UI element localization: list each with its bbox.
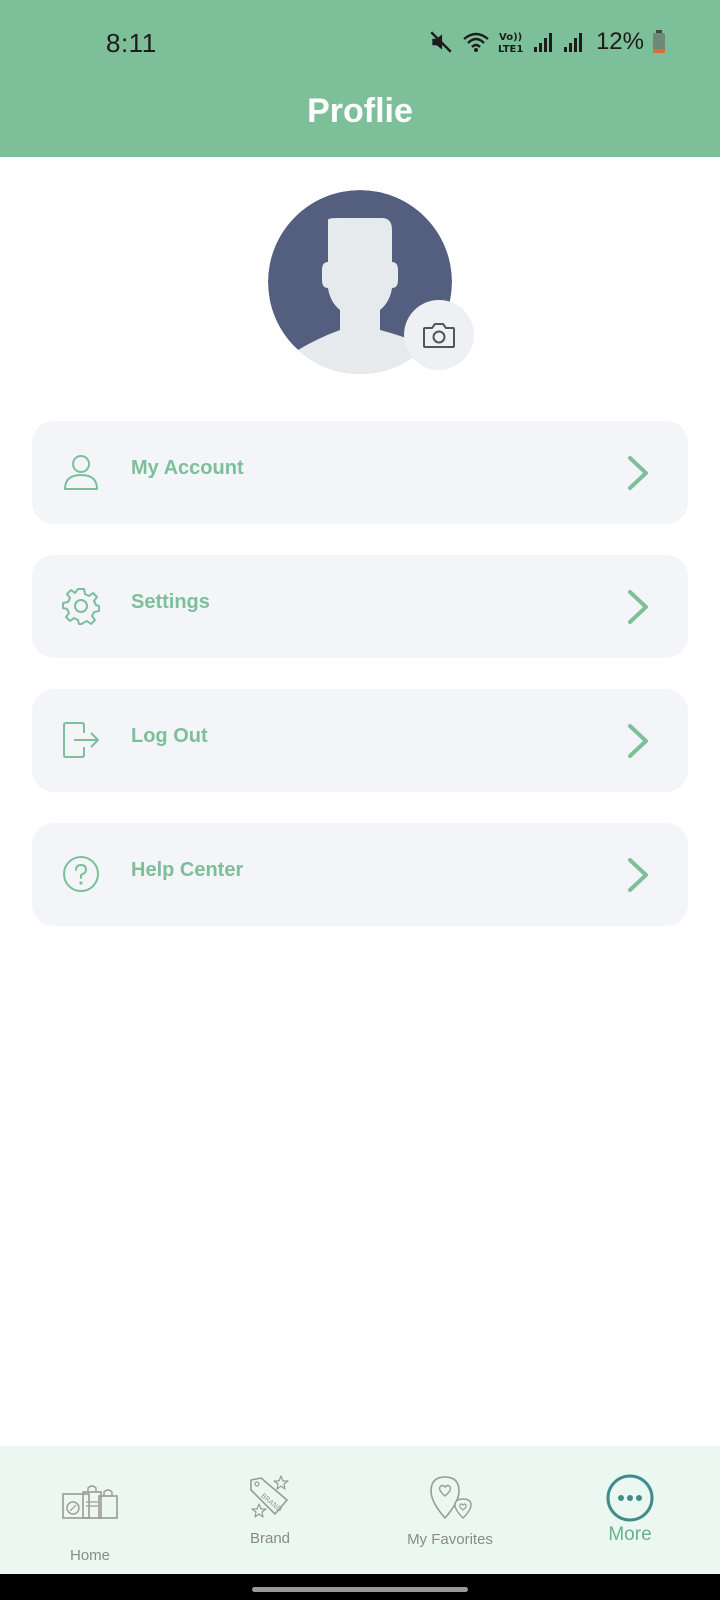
menu-item-label: Settings [131,591,210,613]
menu-item-log-out[interactable]: Log Out [32,689,688,792]
app-header: 8:11 Vo)) LTE1 12% Proflie [0,0,720,157]
home-gesture-handle[interactable] [252,1587,468,1592]
chevron-right-icon [628,724,648,758]
status-icons: Vo)) LTE1 12% [428,28,666,56]
status-bar: 8:11 Vo)) LTE1 12% [0,0,720,86]
battery-icon [653,30,665,53]
nav-label: My Favorites [407,1531,493,1548]
change-photo-button[interactable] [404,300,474,370]
chevron-right-icon [628,590,648,624]
svg-text:Vo)): Vo)) [499,32,522,43]
menu-item-help-center[interactable]: Help Center [32,823,688,926]
signal-icon-2 [563,33,582,52]
nav-item-more[interactable]: More [540,1446,720,1574]
chevron-right-icon [628,858,648,892]
favorites-pin-icon [430,1476,472,1520]
menu-item-settings[interactable]: Settings [32,555,688,658]
system-gesture-bar [0,1574,720,1600]
profile-avatar[interactable] [268,190,474,374]
chevron-right-icon [628,456,648,490]
help-icon [63,856,99,892]
menu-item-label: My Account [131,457,244,479]
nav-label: Home [69,1547,110,1564]
battery-percent: 12% [595,28,644,55]
profile-menu: My Account Settings Log Out Help Center [32,421,688,957]
signal-icon-1 [533,33,552,52]
status-time: 8:11 [106,28,157,58]
menu-item-my-account[interactable]: My Account [32,421,688,524]
nav-item-my-favorites[interactable]: My Favorites [360,1446,540,1574]
nav-item-home[interactable]: Home [0,1446,180,1574]
gear-icon [62,588,100,625]
svg-text:LTE1: LTE1 [498,44,523,54]
user-icon [64,455,98,490]
menu-item-label: Help Center [131,859,244,881]
logout-icon [63,722,99,758]
menu-item-label: Log Out [131,725,208,747]
camera-icon [423,323,455,348]
page-title: Proflie [307,92,413,130]
mute-icon [430,31,452,53]
nav-item-brand[interactable]: BRAND Brand [180,1446,360,1574]
bottom-nav: Home BRAND Brand My Favorites More [0,1446,720,1574]
nav-label: More [608,1524,652,1545]
wifi-icon [463,32,489,52]
volte-lte-icon: Vo)) LTE1 [498,32,523,54]
shopping-home-icon [62,1485,118,1519]
more-icon [606,1474,654,1522]
nav-label: Brand [249,1530,291,1547]
brand-tag-icon: BRAND [250,1475,289,1518]
